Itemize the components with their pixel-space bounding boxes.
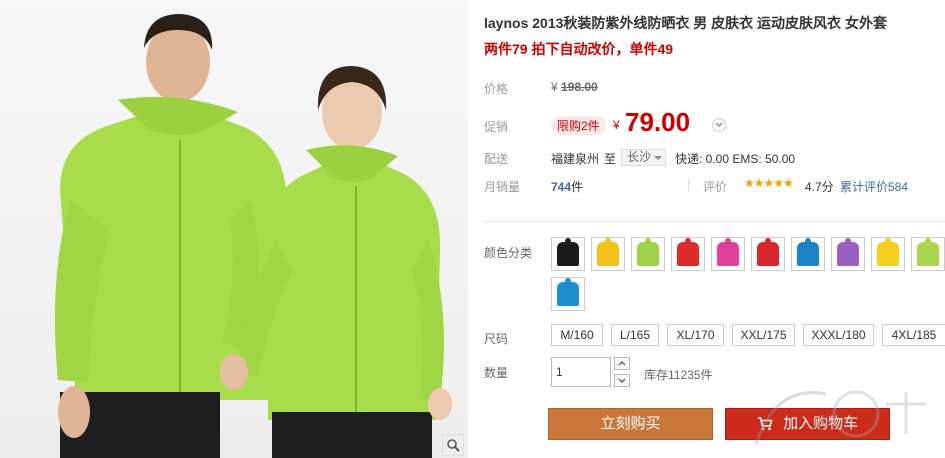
size-option[interactable]: XXL/175 <box>732 324 795 346</box>
jacket-thumbnail <box>877 238 899 266</box>
size-option[interactable]: 4XL/185 <box>882 324 945 346</box>
add-to-cart-label: 加入购物车 <box>783 415 859 432</box>
stock-text: 库存11235件 <box>644 368 713 382</box>
jacket-thumbnail <box>837 238 859 266</box>
divider <box>688 179 689 191</box>
product-image[interactable] <box>0 0 468 458</box>
limit-badge: 限购2件 <box>551 116 606 135</box>
add-to-cart-button[interactable]: 加入购物车 <box>725 408 890 440</box>
product-photo-illustration <box>54 14 452 458</box>
promotion-label: 促销 <box>484 120 509 134</box>
rating-label: 评价 <box>703 180 728 194</box>
color-swatch-yellow2-jacket[interactable] <box>871 237 905 271</box>
monthly-sales: 744件 <box>551 178 583 195</box>
jacket-thumbnail <box>677 238 699 266</box>
original-price: ¥ 198.00 <box>551 80 598 94</box>
chevron-down-icon[interactable] <box>712 118 726 132</box>
rating-stars: ★★★★★ <box>744 176 794 190</box>
jacket-thumbnail <box>637 238 659 266</box>
total-reviews-link[interactable]: 累计评价584 <box>840 178 908 195</box>
quantity-input[interactable] <box>551 357 611 387</box>
jacket-thumbnail <box>797 238 819 266</box>
color-swatch-black-jacket[interactable] <box>551 237 585 271</box>
color-swatch-purple-jacket[interactable] <box>831 237 865 271</box>
monthly-sales-label: 月销量 <box>484 180 521 194</box>
promotion-price: 79.00 <box>625 107 691 137</box>
jacket-thumbnail <box>917 238 939 266</box>
color-swatch-yellow-jacket[interactable] <box>591 237 625 271</box>
color-swatch-red-jacket[interactable] <box>671 237 705 271</box>
currency-symbol: ¥ <box>613 118 620 132</box>
color-swatch-blue-jacket[interactable] <box>791 237 825 271</box>
jacket-thumbnail <box>557 278 579 306</box>
jacket-thumbnail <box>557 238 579 266</box>
sales-unit: 件 <box>571 180 584 194</box>
color-swatch-pink-jacket[interactable] <box>711 237 745 271</box>
ship-from: 福建泉州 <box>551 152 600 166</box>
price-label: 价格 <box>484 82 509 96</box>
chevron-down-icon <box>618 378 626 383</box>
color-swatch-green-jacket[interactable] <box>911 237 945 271</box>
shipping-label: 配送 <box>484 152 509 166</box>
divider <box>484 221 945 222</box>
buy-now-button[interactable]: 立刻购买 <box>548 408 713 440</box>
shipping-fees: 快递: 0.00 EMS: 50.00 <box>675 152 796 166</box>
city-select-value: 长沙 <box>627 150 652 164</box>
currency-symbol: ¥ <box>551 80 558 94</box>
size-option[interactable]: M/160 <box>551 324 603 346</box>
cart-icon <box>757 417 773 431</box>
buy-now-label: 立刻购买 <box>600 415 661 432</box>
jacket-thumbnail <box>717 238 739 266</box>
color-swatch-lime-jacket[interactable] <box>631 237 665 271</box>
chevron-up-icon <box>618 361 626 366</box>
original-price-value: 198.00 <box>561 80 598 94</box>
ship-to-word: 至 <box>604 152 617 166</box>
jacket-thumbnail <box>597 238 619 266</box>
rating-score: 4.7分 <box>805 180 834 194</box>
promo-text: 两件79 拍下自动改价，单件49 <box>484 41 674 57</box>
quantity-label: 数量 <box>484 366 509 380</box>
dropdown-arrow-icon <box>654 156 663 160</box>
size-option[interactable]: XXXL/180 <box>803 324 874 346</box>
product-info-panel: laynos 2013秋装防紫外线防晒衣 男 皮肤衣 运动皮肤风衣 女外套 两件… <box>484 0 945 458</box>
city-select[interactable]: 长沙 <box>621 149 667 166</box>
color-label: 颜色分类 <box>484 246 533 260</box>
size-label: 尺码 <box>484 332 509 346</box>
color-swatch-red2-jacket[interactable] <box>751 237 785 271</box>
quantity-increase-button[interactable] <box>614 357 630 370</box>
zoom-icon[interactable] <box>442 434 464 456</box>
size-option[interactable]: XL/170 <box>667 324 724 346</box>
size-option[interactable]: L/165 <box>611 324 659 346</box>
quantity-decrease-button[interactable] <box>614 374 630 387</box>
jacket-thumbnail <box>757 238 779 266</box>
sales-count: 744 <box>551 180 572 194</box>
product-title: laynos 2013秋装防紫外线防晒衣 男 皮肤衣 运动皮肤风衣 女外套 <box>484 15 887 31</box>
color-swatch-skyblue-jacket[interactable] <box>551 277 585 311</box>
